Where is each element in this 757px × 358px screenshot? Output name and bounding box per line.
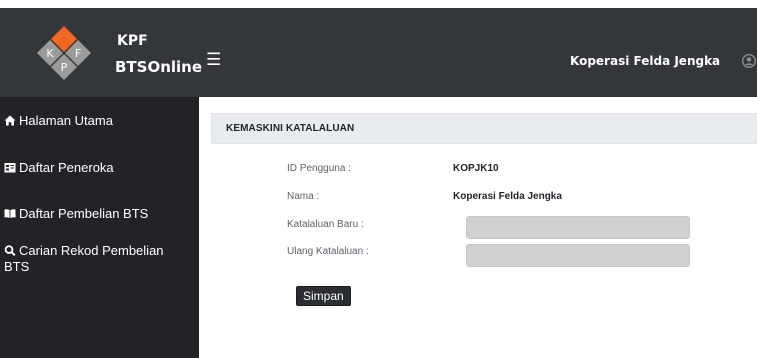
sidebar-item-halaman-utama[interactable]: Halaman Utama bbox=[0, 113, 199, 129]
main-content: KEMASKINI KATALALUAN ID Pengguna : KOPJK… bbox=[199, 97, 757, 358]
address-book-icon bbox=[4, 162, 16, 173]
organization-name: Koperasi Felda Jengka bbox=[570, 54, 721, 68]
brand-title: KPF bbox=[117, 33, 148, 49]
logo-letter-p: P bbox=[61, 61, 68, 74]
sidebar-item-daftar-peneroka[interactable]: Daftar Peneroka bbox=[0, 160, 199, 176]
kpf-logo: K F P bbox=[36, 24, 92, 80]
sidebar-item-carian-rekod[interactable]: Carian Rekod Pembelian BTS bbox=[0, 243, 190, 275]
hamburger-icon[interactable]: ☰ bbox=[206, 51, 221, 69]
top-header: K F P KPF BTSOnline ☰ Koperasi Felda Jen… bbox=[0, 8, 757, 97]
logo-letter-k: K bbox=[46, 47, 54, 60]
logo-letter-f: F bbox=[75, 47, 81, 60]
user-id-value: KOPJK10 bbox=[453, 163, 499, 174]
book-open-icon bbox=[4, 208, 16, 219]
new-password-input[interactable] bbox=[466, 216, 690, 239]
name-label: Nama : bbox=[287, 191, 320, 202]
search-icon bbox=[4, 245, 16, 256]
top-margin bbox=[0, 0, 757, 8]
sidebar: Halaman Utama Daftar Peneroka Daftar Pem… bbox=[0, 97, 199, 358]
panel-header: KEMASKINI KATALALUAN bbox=[211, 113, 757, 144]
user-id-label: ID Pengguna : bbox=[287, 163, 351, 174]
panel-title: KEMASKINI KATALALUAN bbox=[226, 123, 355, 134]
new-password-label: Katalaluan Baru : bbox=[287, 219, 364, 230]
save-button[interactable]: Simpan bbox=[296, 286, 351, 306]
sidebar-item-label: Carian Rekod Pembelian BTS bbox=[4, 243, 164, 274]
name-value: Koperasi Felda Jengka bbox=[453, 191, 562, 202]
brand-subtitle: BTSOnline bbox=[115, 58, 203, 76]
home-icon bbox=[4, 115, 16, 126]
repeat-password-label: Ulang Katalaluan : bbox=[287, 246, 369, 257]
sidebar-item-label: Halaman Utama bbox=[19, 113, 113, 128]
sidebar-item-label: Daftar Pembelian BTS bbox=[19, 206, 149, 221]
sidebar-item-label: Daftar Peneroka bbox=[19, 160, 114, 175]
repeat-password-input[interactable] bbox=[466, 244, 690, 267]
sidebar-item-daftar-pembelian-bts[interactable]: Daftar Pembelian BTS bbox=[0, 206, 199, 222]
user-circle-icon[interactable] bbox=[742, 54, 756, 68]
